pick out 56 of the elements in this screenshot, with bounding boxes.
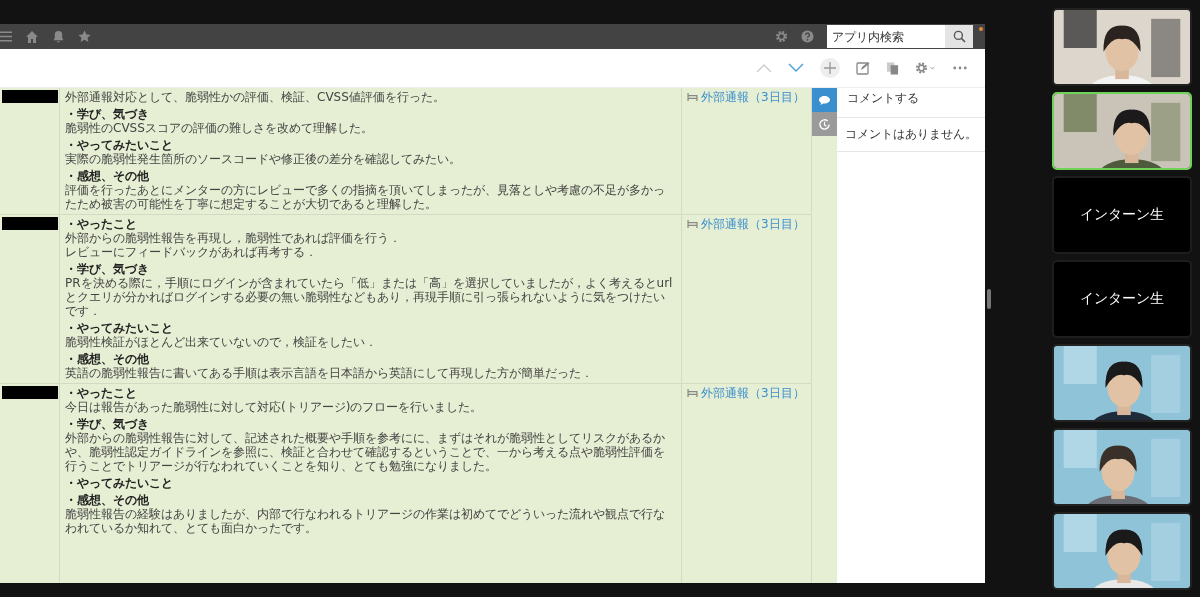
section-heading: ・やってみたいこと (65, 138, 174, 152)
section-heading: ・やったこと (65, 217, 138, 231)
home-icon[interactable] (25, 29, 39, 44)
section-heading: ・学び、気づき (65, 107, 150, 121)
redaction-bar (2, 90, 58, 103)
report-text: 実際の脆弱性発生箇所のソースコードや修正後の差分を確認してみたい。 (65, 152, 462, 166)
notification-dot (979, 27, 983, 31)
more-icon[interactable] (953, 66, 967, 70)
search-icon (952, 30, 966, 43)
record-link[interactable]: 外部通報（3日目） (701, 387, 805, 399)
app-icon (687, 389, 698, 397)
redaction-bar (2, 217, 58, 230)
section-heading: ・感想、その他 (65, 352, 150, 366)
report-text: 英語の脆弱性報告に書いてある手順は表示言語を日本語から英語にして再現した方が簡単だった． (65, 366, 594, 380)
edit-icon[interactable] (856, 61, 870, 75)
search-button[interactable] (945, 25, 973, 48)
resize-handle[interactable] (987, 288, 991, 309)
section-heading: ・感想、その他 (65, 493, 150, 507)
copy-icon[interactable] (886, 61, 899, 75)
report-text: 外部からの脆弱性報告に対して、記述された概要や手順を参考にに、まずはそれが脆弱性としてリスクがあるかや、脆弱性認定ガイドラインを参照に、検証と合わせて確認するということで、一から考える点や脆弱性評価を行うことでトリアージが行なわれていくことを知り、とても勉強になりました。 (65, 431, 666, 473)
section-heading: ・感想、その他 (65, 169, 150, 183)
section-heading: ・やったこと (65, 386, 138, 400)
menu-icon[interactable] (0, 31, 12, 42)
settings-icon[interactable] (915, 61, 937, 75)
app-icon (687, 220, 698, 228)
participant-name: インターン生 (1080, 290, 1164, 308)
report-text: 外部からの脆弱性報告を再現し，脆弱性であれば評価を行う． (65, 231, 402, 245)
report-text: PRを決める際に，手順にログインが含まれていたら「低」または「高」を選択していましたが，よく考えるとurlとクエリが分かればログインする必要の無い脆弱性などもあり，再現手順に引っ張られないように気をつけたいです． (65, 276, 674, 318)
comments-tab[interactable] (812, 88, 837, 112)
section-heading: ・やってみたいこと (65, 476, 174, 490)
redaction-bar (2, 386, 58, 399)
report-text: 今日は報告があった脆弱性に対して対応(トリアージ)のフローを行いました。 (65, 400, 484, 414)
record-link[interactable]: 外部通報（3日目） (701, 218, 805, 230)
star-icon[interactable] (78, 30, 91, 43)
report-text: 脆弱性のCVSSスコアの評価の難しさを改めて理解した。 (65, 121, 374, 135)
help-icon[interactable] (801, 30, 814, 43)
app-icon (687, 93, 698, 101)
report-text: 評価を行ったあとにメンターの方にレビューで多くの指摘を頂いてしまったが、見落としや考慮の不足が多かったため被害の可能性を丁寧に想定することが大切であると理解した。 (65, 183, 666, 211)
next-record-icon[interactable] (788, 63, 804, 73)
section-heading: ・やってみたいこと (65, 321, 174, 335)
participant-name: インターン生 (1080, 206, 1164, 224)
add-icon[interactable] (820, 58, 840, 78)
report-text: 脆弱性検証がほとんど出来ていないので，検証をしたい． (65, 335, 378, 349)
section-heading: ・学び、気づき (65, 262, 150, 276)
report-text: 外部通報対応として、脆弱性かの評価、検証、CVSS値評価を行った。 (65, 90, 446, 104)
settings-icon[interactable] (775, 30, 788, 43)
record-link[interactable]: 外部通報（3日目） (701, 91, 805, 103)
section-heading: ・学び、気づき (65, 417, 150, 431)
empty-message: コメントはありません。 (837, 118, 985, 152)
bell-icon[interactable] (52, 30, 65, 43)
search-field[interactable]: アプリ内検索 (827, 25, 945, 48)
chat-bubble-icon (818, 94, 831, 106)
report-text: 脆弱性報告の経験はありましたが、内部で行なわれるトリアージの作業は初めてでどういった流れや観点で行なわれているか知れて、とても面白かったです。 (65, 507, 666, 535)
report-text: レビューにフィードバックがあれば再考する． (65, 245, 318, 259)
history-icon (818, 117, 831, 131)
history-tab[interactable] (812, 112, 837, 136)
